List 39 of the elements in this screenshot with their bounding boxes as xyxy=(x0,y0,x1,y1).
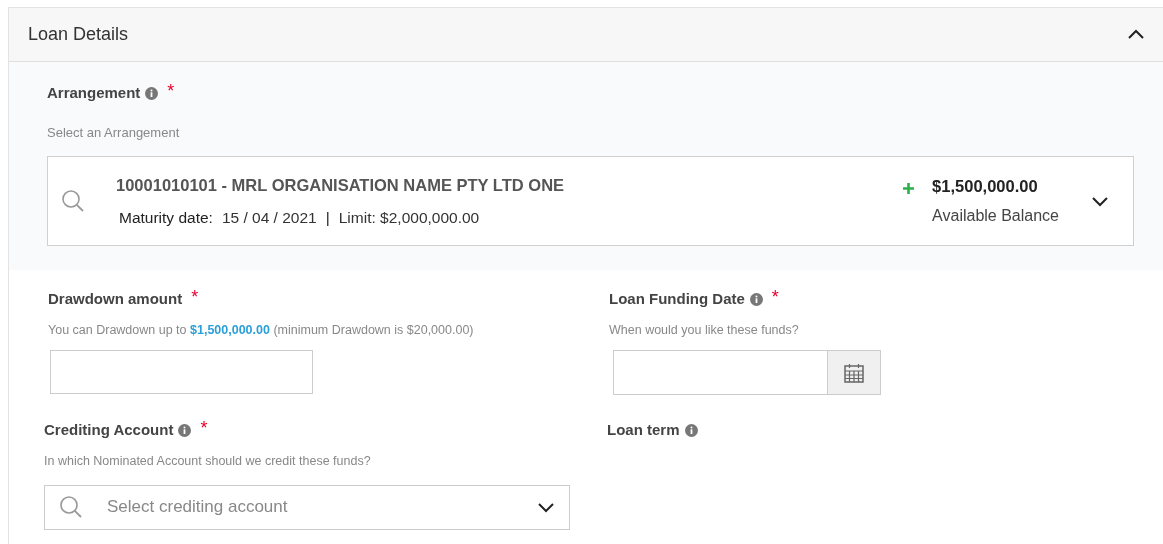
plus-icon xyxy=(903,183,915,194)
required-asterisk: * xyxy=(200,419,208,438)
field-hint: When would you like these funds? xyxy=(609,321,800,339)
panel-title: Loan Details xyxy=(28,23,129,46)
field-label: Crediting Account xyxy=(44,420,174,441)
search-icon xyxy=(59,495,83,519)
search-icon xyxy=(61,189,85,213)
info-icon[interactable] xyxy=(749,292,763,306)
info-icon[interactable] xyxy=(178,424,192,437)
field-label: Loan term xyxy=(607,420,680,441)
dropdown-chevron-icon[interactable] xyxy=(1091,195,1109,207)
amount-input[interactable] xyxy=(50,350,313,395)
maturity-date: 15 / 04 / 2021 xyxy=(221,207,317,228)
field-label: Drawdown amount xyxy=(48,289,183,309)
info-icon[interactable] xyxy=(145,86,159,100)
crediting-account-select[interactable]: Select crediting account xyxy=(44,484,570,530)
collapse-chevron-icon[interactable] xyxy=(1127,29,1145,40)
info-icon[interactable] xyxy=(684,424,698,437)
field-hint: Select an Arrangement xyxy=(47,123,181,142)
calendar-icon xyxy=(844,362,864,383)
calendar-button[interactable] xyxy=(828,350,881,396)
required-asterisk: * xyxy=(167,82,175,100)
field-label: Loan Funding Date xyxy=(609,289,745,309)
required-asterisk: * xyxy=(771,288,779,306)
separator: | xyxy=(325,207,330,228)
field-label: Arrangement xyxy=(47,83,141,103)
required-asterisk: * xyxy=(191,288,199,306)
field-hint: You can Drawdown up to $1,500,000.00 (minimum Drawdown is $20,000.00) xyxy=(48,321,475,339)
dropdown-chevron-icon[interactable] xyxy=(537,501,555,513)
maturity-label: Maturity date: xyxy=(119,207,213,228)
select-placeholder: Select crediting account xyxy=(107,496,289,519)
account-name: 10001010101 - MRL ORGANISATION NAME PTY LTD ONE xyxy=(116,175,566,196)
limit-text: Limit: $2,000,000.00 xyxy=(338,207,480,228)
balance-label: Available Balance xyxy=(932,206,1059,227)
arrangement-select[interactable]: 10001010101 - MRL ORGANISATION NAME PTY LTD ONE Maturity date: 15 / 04 / 2021 | Limit: $2,000,000.00 $1,500,000.00 Available Balance xyxy=(47,156,1134,246)
field-hint: In which Nominated Account should we credit these funds? xyxy=(44,452,372,470)
balance-amount: $1,500,000.00 xyxy=(932,175,1039,197)
panel-header[interactable]: Loan Details xyxy=(9,8,1163,62)
date-input[interactable] xyxy=(613,350,828,396)
